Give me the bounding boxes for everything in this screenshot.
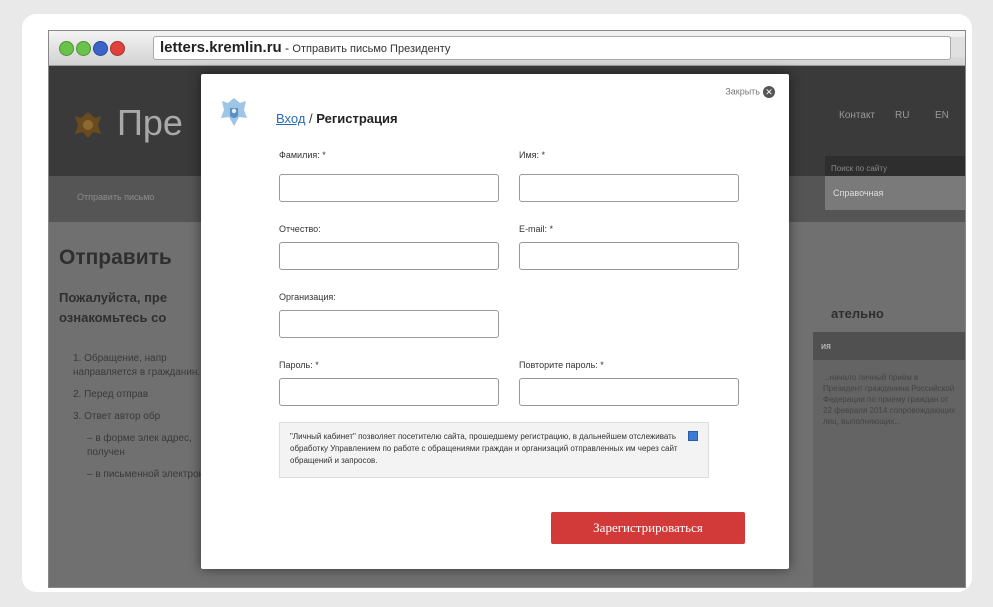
last-name-field[interactable]	[279, 174, 499, 202]
green-dot-icon[interactable]	[59, 41, 74, 56]
patronymic-label: Отчество:	[279, 224, 321, 234]
email-label: E-mail: *	[519, 224, 554, 234]
password-label: Пароль: *	[279, 360, 319, 370]
side-box: ия ...начало личный приём в Президент гр…	[813, 332, 965, 587]
nav-tab-reference[interactable]: Справочная	[825, 176, 965, 210]
close-label: Закрыть	[725, 86, 760, 97]
address-bar[interactable]: letters.kremlin.ru - Отправить письмо Пр…	[153, 36, 951, 60]
emblem-icon	[75, 112, 101, 138]
first-name-field[interactable]	[519, 174, 739, 202]
page-heading: Отправить	[59, 246, 172, 269]
header-link[interactable]: Контакт	[839, 110, 875, 121]
browser-titlebar: letters.kremlin.ru - Отправить письмо Пр…	[49, 31, 965, 66]
password-repeat-field[interactable]	[519, 378, 739, 406]
modal-title: Вход / Регистрация	[276, 111, 398, 126]
lead-text: Пожалуйста, пре ознакомьтесь со	[59, 290, 168, 325]
header-link[interactable]: RU	[895, 110, 909, 121]
side-box-text: ...начало личный приём в Президент гражд…	[823, 373, 956, 426]
close-icon[interactable]: ✕	[763, 86, 775, 98]
url-host: letters.kremlin.ru	[160, 39, 282, 56]
patronymic-field[interactable]	[279, 242, 499, 270]
url-page-title: Отправить письмо Президенту	[292, 43, 451, 55]
url-separator: -	[281, 41, 293, 55]
note-text: "Личный кабинет" позволяет посетителю са…	[290, 432, 678, 465]
emblem-icon	[221, 98, 247, 126]
nav-item[interactable]: Отправить письмо	[77, 192, 154, 202]
header-link[interactable]: EN	[935, 110, 949, 121]
password-repeat-label: Повторите пароль: *	[519, 360, 604, 370]
first-name-label: Имя: *	[519, 150, 546, 160]
personal-cabinet-note: "Личный кабинет" позволяет посетителю са…	[279, 422, 709, 478]
tab-login[interactable]: Вход	[276, 111, 305, 126]
registration-modal: Закрыть ✕ Вход / Регистрация Фамилия: * И…	[201, 74, 789, 569]
organization-label: Организация:	[279, 292, 336, 302]
side-box-heading: ия	[813, 332, 965, 360]
red-dot-icon[interactable]	[110, 41, 125, 56]
email-field[interactable]	[519, 242, 739, 270]
green-dot-icon[interactable]	[76, 41, 91, 56]
organization-field[interactable]	[279, 310, 499, 338]
browser-window: letters.kremlin.ru - Отправить письмо Пр…	[48, 30, 966, 588]
tab-separator: /	[305, 111, 317, 126]
last-name-label: Фамилия: *	[279, 150, 326, 160]
register-button[interactable]: Зарегистрироваться	[551, 512, 745, 544]
tab-register[interactable]: Регистрация	[316, 111, 397, 126]
toolbar-edge	[950, 37, 965, 57]
close-button[interactable]: Закрыть ✕	[725, 86, 775, 98]
agreement-checkbox[interactable]	[688, 431, 698, 441]
blue-dot-icon[interactable]	[93, 41, 108, 56]
lead-text-right: ательно	[831, 306, 884, 321]
password-field[interactable]	[279, 378, 499, 406]
site-title: Пре	[117, 102, 183, 143]
